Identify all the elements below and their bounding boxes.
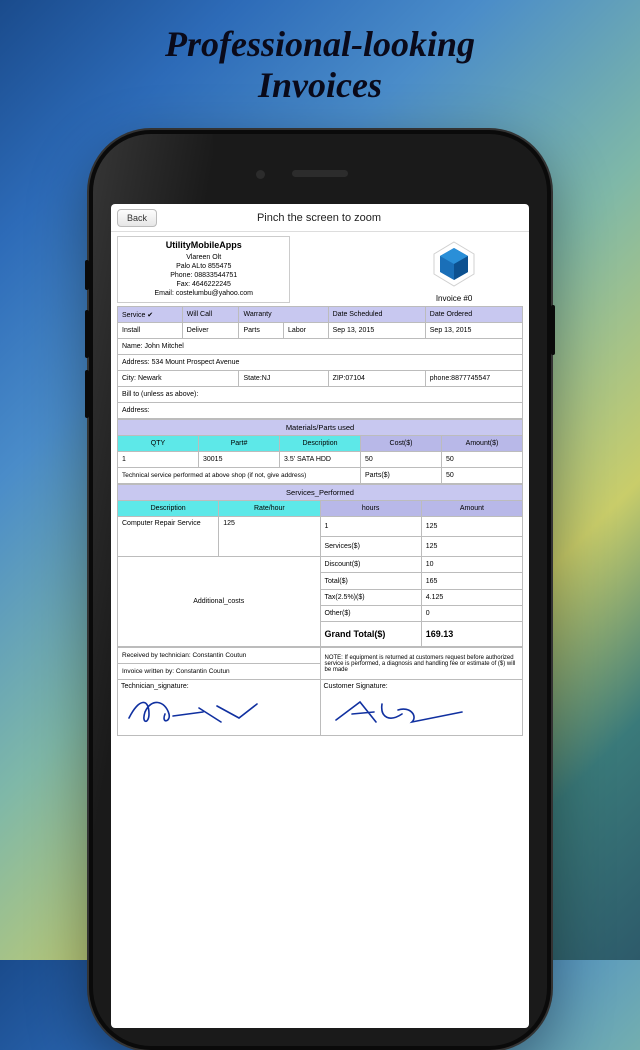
marketing-headline: Professional-looking Invoices <box>0 0 640 107</box>
back-button[interactable]: Back <box>117 209 157 227</box>
speaker-grille <box>292 170 348 177</box>
footer-table: Received by technician: Constantin Coutu… <box>117 647 523 736</box>
company-info: UtilityMobileApps Vlareen Olt Palo ALto … <box>117 236 290 303</box>
app-screen: Back Pinch the screen to zoom UtilityMob… <box>111 204 529 1028</box>
customer-signature: Customer Signature: <box>320 680 523 736</box>
company-logo-icon <box>426 236 482 292</box>
screen-title: Pinch the screen to zoom <box>157 212 481 224</box>
invoice-document[interactable]: UtilityMobileApps Vlareen Olt Palo ALto … <box>111 232 529 742</box>
invoice-number: Invoice #0 <box>385 294 523 303</box>
front-camera <box>256 170 265 179</box>
top-bar: Back Pinch the screen to zoom <box>111 204 529 232</box>
service-info-table: Service ✔ Will Call Warranty Date Schedu… <box>117 306 523 419</box>
services-table: Services_Performed Description Rate/hour… <box>117 484 523 647</box>
logo-block: Invoice #0 <box>385 236 523 303</box>
technician-signature: Technician_signature: <box>118 680 321 736</box>
phone-frame: Back Pinch the screen to zoom UtilityMob… <box>89 130 551 1050</box>
materials-table: Materials/Parts used QTY Part# Descripti… <box>117 419 523 484</box>
